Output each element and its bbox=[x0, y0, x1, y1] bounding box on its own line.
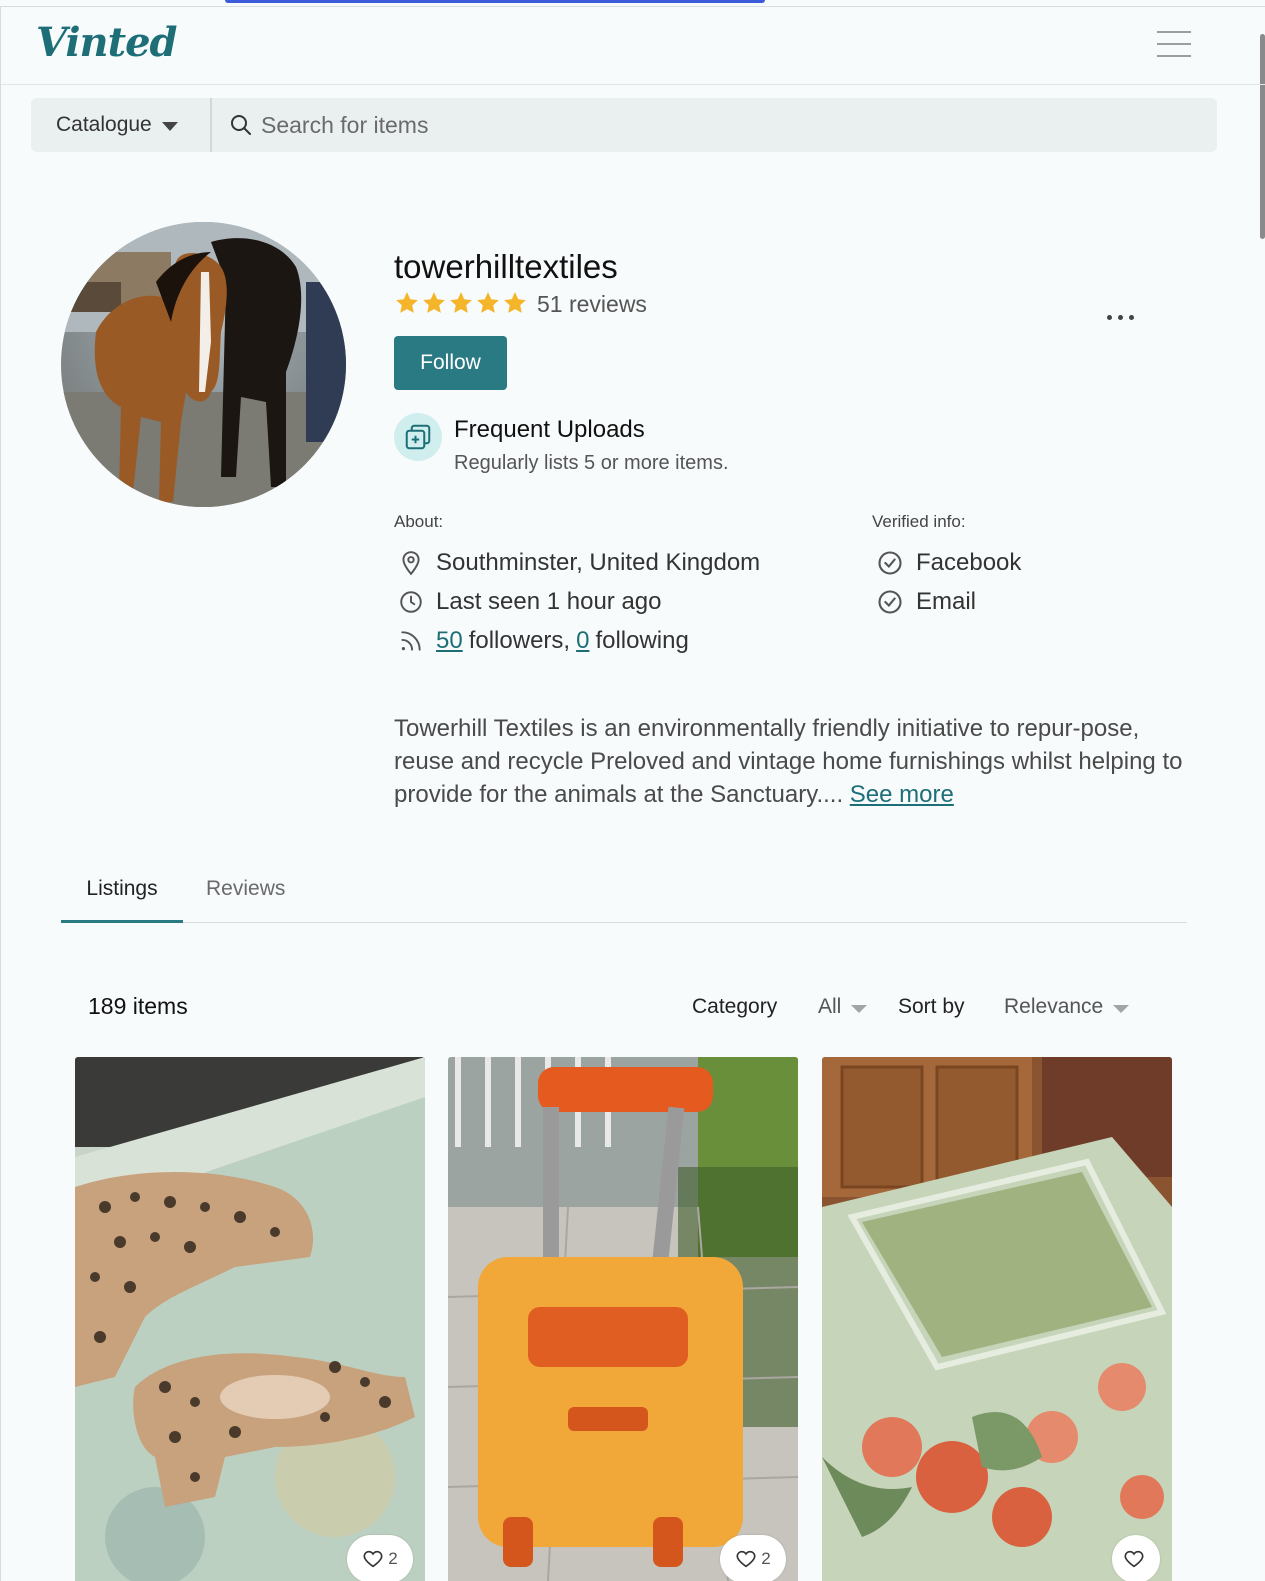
verified-info-label: Verified info: bbox=[872, 512, 966, 531]
check-circle-icon bbox=[878, 590, 902, 614]
location-text: Southminster, United Kingdom bbox=[436, 549, 761, 576]
catalogue-dropdown[interactable]: Catalogue bbox=[31, 98, 212, 152]
profile-tabs: Listings Reviews bbox=[61, 865, 1187, 923]
hamburger-menu-icon[interactable] bbox=[1157, 31, 1191, 59]
profile-bio: Towerhill Textiles is an environmentally… bbox=[394, 712, 1184, 811]
heart-icon bbox=[1124, 1550, 1144, 1568]
check-circle-icon bbox=[878, 551, 902, 575]
caret-down-icon bbox=[1113, 1004, 1130, 1013]
see-more-link[interactable]: See more bbox=[850, 781, 954, 808]
followers-text: followers, bbox=[468, 627, 571, 654]
site-header: Vinted bbox=[1, 7, 1265, 85]
avatar[interactable] bbox=[61, 222, 346, 507]
listing-card[interactable] bbox=[822, 1057, 1172, 1581]
rating-stars[interactable] bbox=[394, 290, 529, 316]
star-icon bbox=[477, 292, 499, 313]
about-label: About: bbox=[394, 512, 444, 531]
following-count-link[interactable]: 0 bbox=[576, 627, 589, 655]
category-filter-label: Category bbox=[692, 995, 778, 1018]
items-count: 189 items bbox=[88, 993, 188, 1019]
favourite-button[interactable]: 2 bbox=[347, 1535, 413, 1581]
listing-photo-leopard-shoes bbox=[75, 1057, 425, 1581]
caret-down-icon bbox=[851, 1004, 868, 1013]
favourite-count: 2 bbox=[761, 1549, 771, 1568]
clock-icon bbox=[400, 591, 422, 613]
follow-button[interactable]: Follow bbox=[394, 336, 507, 390]
listing-photo-tablecloth bbox=[822, 1057, 1172, 1581]
search-icon bbox=[231, 115, 251, 135]
star-icon bbox=[504, 292, 526, 313]
reviews-count-link[interactable]: 51 reviews bbox=[537, 291, 647, 318]
category-value: All bbox=[818, 995, 842, 1018]
verified-email-row: Email bbox=[876, 588, 976, 616]
tab-reviews[interactable]: Reviews bbox=[206, 877, 285, 901]
search-input[interactable] bbox=[261, 104, 1201, 146]
verified-email-text: Email bbox=[916, 588, 977, 615]
verified-facebook-text: Facebook bbox=[916, 549, 1022, 576]
star-icon bbox=[423, 292, 445, 313]
heart-icon bbox=[363, 1550, 383, 1568]
location-row: Southminster, United Kingdom bbox=[398, 549, 760, 577]
favourite-count: 2 bbox=[388, 1549, 398, 1568]
last-seen-text: Last seen 1 hour ago bbox=[436, 588, 662, 615]
followers-count-link[interactable]: 50 bbox=[436, 627, 463, 655]
frequent-uploads-icon bbox=[394, 413, 442, 461]
star-icon bbox=[396, 292, 418, 313]
followers-row: 50 followers, 0 following bbox=[398, 627, 689, 655]
caret-down-icon bbox=[161, 122, 178, 131]
profile-username: towerhilltextiles bbox=[394, 248, 618, 285]
more-options-button[interactable] bbox=[1100, 300, 1140, 334]
badge-description: Regularly lists 5 or more items. bbox=[454, 452, 729, 474]
listing-photo-orange-suitcase bbox=[448, 1057, 798, 1581]
bio-text: Towerhill Textiles is an environmentally… bbox=[394, 715, 1183, 808]
listing-card[interactable]: 2 bbox=[75, 1057, 425, 1581]
star-icon bbox=[450, 292, 472, 313]
tab-listings[interactable]: Listings bbox=[61, 877, 183, 923]
category-dropdown[interactable]: All bbox=[818, 995, 868, 1019]
location-pin-icon bbox=[402, 551, 420, 576]
sort-by-label: Sort by bbox=[898, 995, 965, 1018]
loading-progress-bar bbox=[225, 0, 765, 3]
window-frame-left bbox=[0, 6, 1, 1581]
verified-facebook-row: Facebook bbox=[876, 549, 1021, 577]
listing-card[interactable]: 2 bbox=[448, 1057, 798, 1581]
sort-value: Relevance bbox=[1004, 995, 1104, 1018]
badge-title: Frequent Uploads bbox=[454, 416, 645, 443]
following-text: following bbox=[595, 627, 689, 654]
sort-dropdown[interactable]: Relevance bbox=[1004, 995, 1130, 1019]
vinted-logo[interactable]: Vinted bbox=[36, 19, 178, 66]
favourite-button[interactable]: 2 bbox=[720, 1535, 786, 1581]
catalogue-label: Catalogue bbox=[56, 113, 152, 136]
last-seen-row: Last seen 1 hour ago bbox=[398, 588, 662, 616]
search-bar: Catalogue bbox=[31, 98, 1217, 152]
avatar-horses-image bbox=[61, 222, 346, 507]
rss-feed-icon bbox=[401, 631, 421, 651]
favourite-button[interactable] bbox=[1112, 1535, 1160, 1581]
heart-icon bbox=[736, 1550, 756, 1568]
